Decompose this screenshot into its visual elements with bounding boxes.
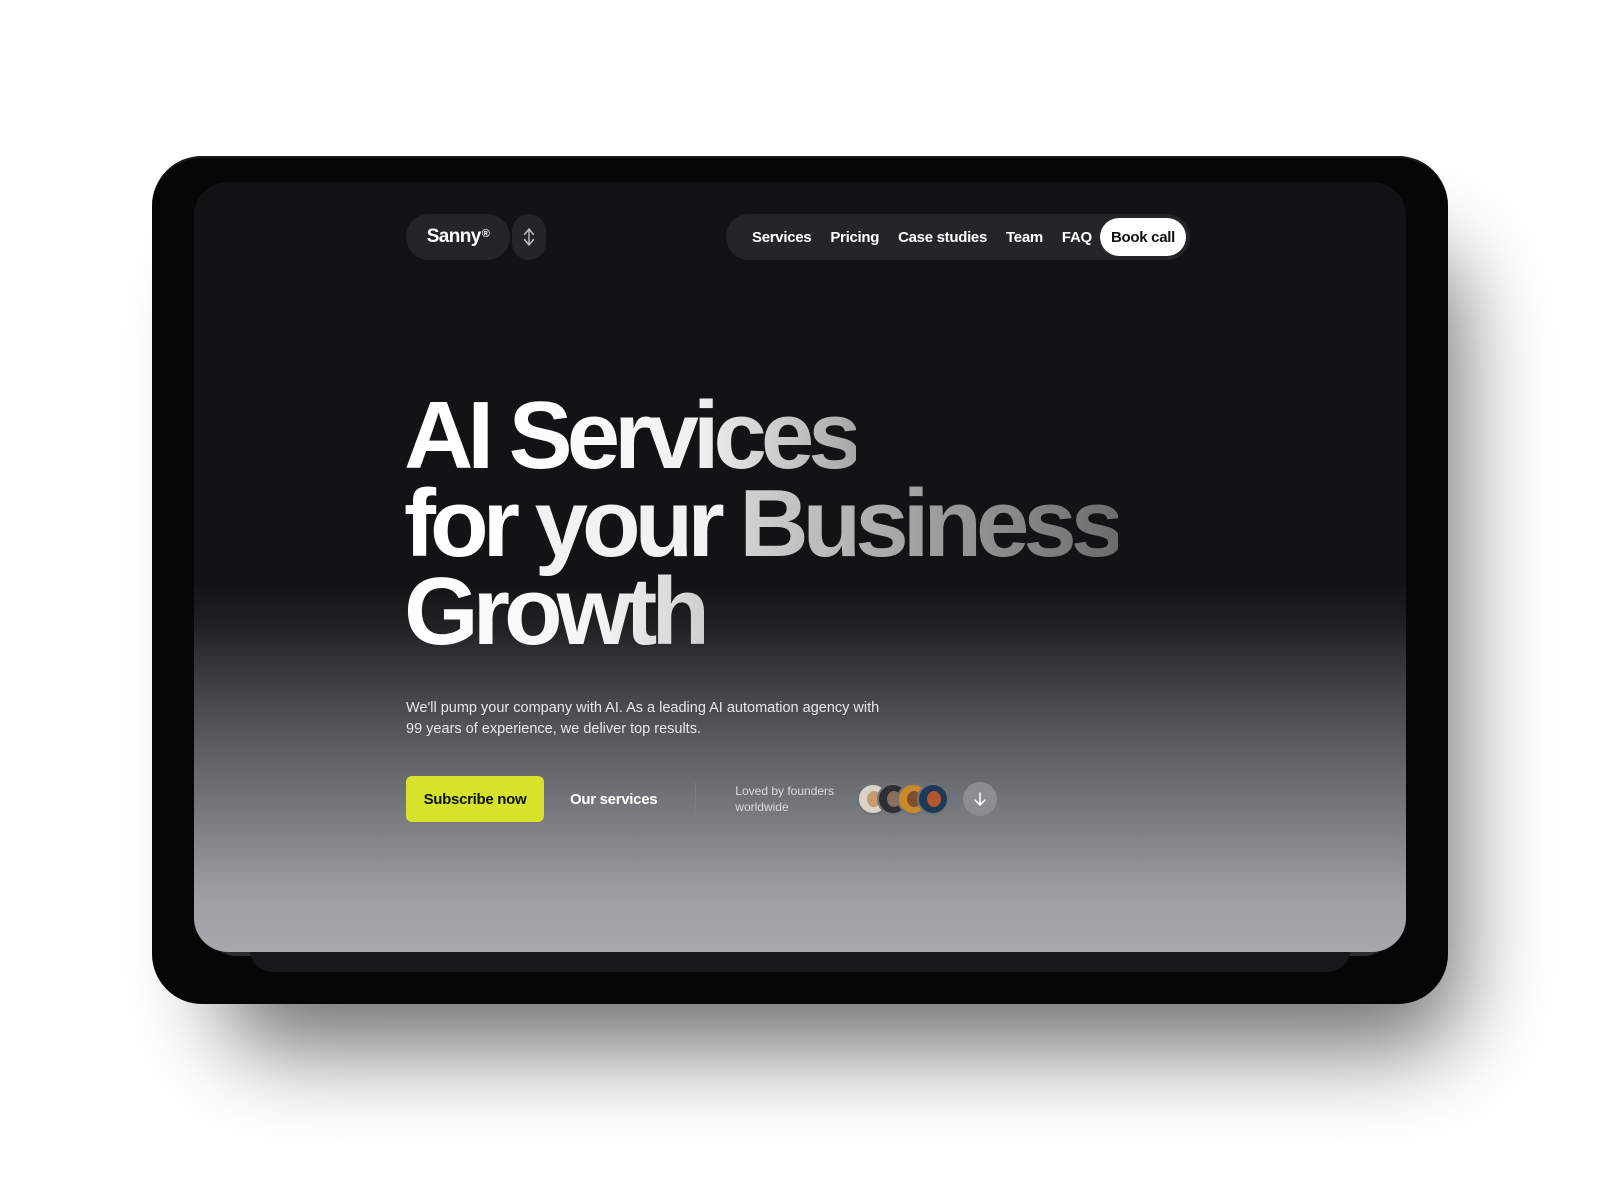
arrow-down-svg bbox=[974, 792, 987, 806]
up-down-arrows-icon[interactable] bbox=[512, 214, 546, 260]
social-proof-text: Loved by founders worldwide bbox=[735, 784, 835, 814]
nav-link-services[interactable]: Services bbox=[752, 229, 812, 246]
divider bbox=[695, 783, 697, 815]
our-services-link[interactable]: Our services bbox=[570, 791, 658, 808]
device-base-strip-lower bbox=[250, 950, 1350, 972]
nav-link-pricing[interactable]: Pricing bbox=[830, 229, 879, 246]
mockup-stage: Sanny ® Services Pricing Case studies Tea… bbox=[0, 0, 1600, 1200]
nav-link-team[interactable]: Team bbox=[1006, 229, 1043, 246]
founder-avatars bbox=[857, 783, 950, 815]
nav-link-case-studies[interactable]: Case studies bbox=[898, 229, 987, 246]
logo[interactable]: Sanny ® bbox=[406, 214, 510, 260]
avatar bbox=[917, 783, 950, 815]
hero-cta-row: Subscribe now Our services Loved by foun… bbox=[406, 776, 998, 822]
arrow-down-icon[interactable] bbox=[963, 782, 998, 816]
subscribe-button[interactable]: Subscribe now bbox=[406, 776, 544, 822]
logo-text: Sanny bbox=[426, 226, 482, 247]
headline-word: Business bbox=[739, 470, 1124, 577]
avatar-face bbox=[927, 791, 942, 807]
headline-word: Growth bbox=[404, 558, 710, 665]
nav-link-faq[interactable]: FAQ bbox=[1062, 229, 1092, 246]
registered-mark: ® bbox=[481, 228, 490, 240]
hero-subtitle: We'll pump your company with AI. As a le… bbox=[406, 700, 880, 737]
up-down-arrows-svg bbox=[523, 228, 535, 246]
hero-headline: AI Services for your Business Growth bbox=[404, 388, 1124, 660]
book-call-button[interactable]: Book call bbox=[1100, 218, 1186, 256]
main-nav: Services Pricing Case studies Team FAQ B… bbox=[726, 214, 1190, 260]
website-screen: Sanny ® Services Pricing Case studies Tea… bbox=[194, 182, 1406, 952]
